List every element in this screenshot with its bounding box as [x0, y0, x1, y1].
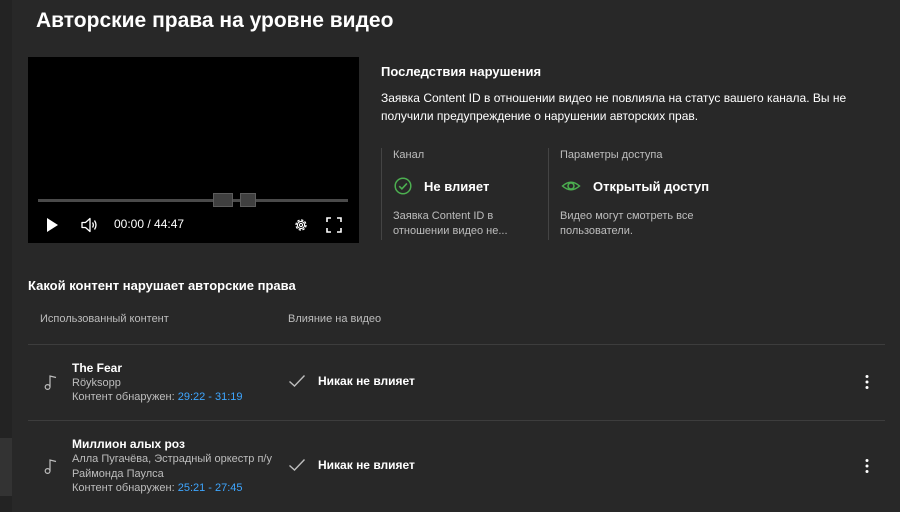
more-options-button[interactable]	[860, 456, 874, 476]
column-header-used-content: Использованный контент	[40, 313, 169, 325]
page-title: Авторские права на уровне видео	[36, 9, 394, 32]
channel-status-panel: Канал Не влияет Заявка Content ID в отно…	[381, 148, 548, 240]
impact-text: Никак не влияет	[318, 458, 415, 472]
music-note-icon	[44, 459, 57, 474]
column-header-impact: Влияние на видео	[288, 313, 382, 325]
channel-description: Заявка Content ID в отношении видео не..…	[393, 210, 508, 237]
settings-button[interactable]	[292, 214, 310, 236]
access-status: Открытый доступ	[561, 177, 709, 195]
impact-status: Никак не влияет	[288, 458, 415, 472]
volume-button[interactable]	[80, 214, 100, 236]
detected-label: Контент обнаружен:	[72, 391, 175, 403]
check-circle-icon	[394, 177, 412, 195]
play-icon	[46, 218, 58, 232]
left-edge-mark	[0, 438, 12, 496]
time-display: 00:00 / 44:47	[114, 217, 185, 231]
access-status-panel: Параметры доступа Открытый доступ Видео …	[548, 148, 749, 240]
play-button[interactable]	[44, 214, 60, 236]
impact-text: Никак не влияет	[318, 374, 415, 388]
left-edge-strip	[0, 0, 12, 512]
track-artist: Алла Пугачёва, Эстрадный оркестр п/у Рай…	[72, 453, 272, 480]
eye-icon	[561, 181, 581, 191]
gear-icon	[295, 219, 307, 231]
track-title: The Fear	[72, 361, 123, 375]
consequences-title: Последствия нарушения	[381, 64, 542, 79]
track-detected: Контент обнаружен: 29:22 - 31:19	[72, 391, 243, 403]
track-title: Миллион алых роз	[72, 437, 185, 451]
detected-time-link[interactable]: 25:21 - 27:45	[178, 482, 243, 494]
channel-status: Не влияет	[394, 177, 489, 195]
video-player[interactable]: 00:00 / 44:47	[28, 57, 359, 243]
table-row: The Fear Röyksopp Контент обнаружен: 29:…	[28, 345, 885, 420]
table-row: Миллион алых роз Алла Пугачёва, Эстрадны…	[28, 421, 885, 512]
checkmark-icon	[289, 459, 306, 471]
channel-label: Канал	[393, 149, 425, 161]
progress-claim-marker[interactable]	[240, 193, 256, 207]
access-label: Параметры доступа	[560, 149, 663, 161]
fullscreen-icon	[326, 217, 342, 233]
infringing-content-title: Какой контент нарушает авторские права	[28, 278, 296, 293]
consequences-text: Заявка Content ID в отношении видео не п…	[381, 91, 847, 123]
page: Авторские права на уровне видео 00:00 / …	[0, 0, 900, 512]
progress-bar[interactable]	[38, 199, 348, 202]
checkmark-icon	[289, 375, 306, 387]
access-description: Видео могут смотреть все пользователи.	[560, 210, 694, 237]
track-detected: Контент обнаружен: 25:21 - 27:45	[72, 482, 243, 494]
track-artist: Röyksopp	[72, 377, 121, 389]
channel-status-text: Не влияет	[424, 178, 490, 194]
more-vert-icon	[865, 375, 869, 389]
fullscreen-button[interactable]	[325, 214, 343, 236]
music-note-icon	[44, 375, 57, 390]
volume-icon	[81, 217, 97, 233]
access-status-text: Открытый доступ	[593, 178, 710, 194]
detected-label: Контент обнаружен:	[72, 482, 175, 494]
impact-status: Никак не влияет	[288, 374, 415, 388]
more-vert-icon	[865, 459, 869, 473]
detected-time-link[interactable]: 29:22 - 31:19	[178, 391, 243, 403]
more-options-button[interactable]	[860, 372, 874, 392]
progress-claim-marker[interactable]	[213, 193, 233, 207]
